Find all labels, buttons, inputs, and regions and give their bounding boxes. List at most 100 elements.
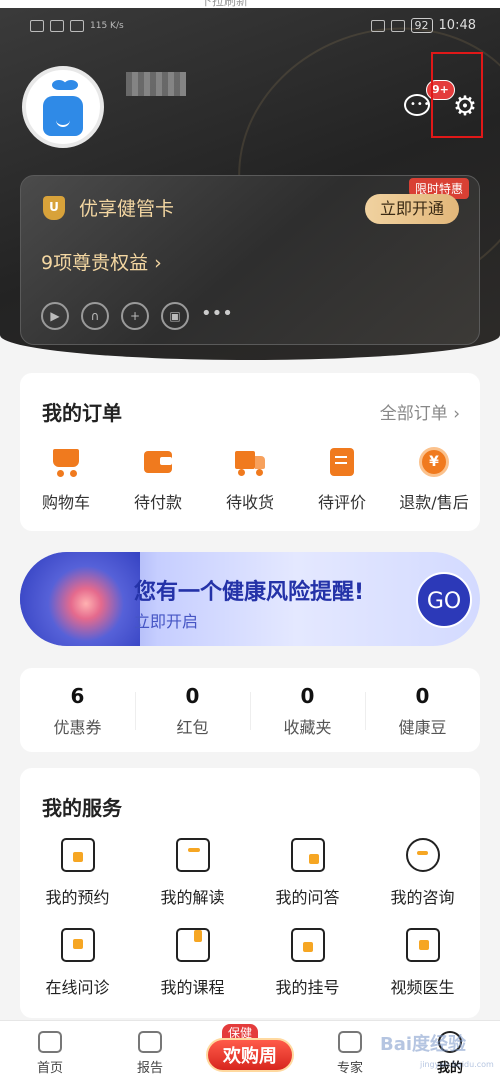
tab-home[interactable]: 首页: [0, 1021, 100, 1084]
tab-label: 首页: [36, 1061, 63, 1076]
go-button[interactable]: GO: [416, 572, 472, 628]
service-appointment[interactable]: 我的预约: [20, 838, 135, 928]
orders-title: 我的订单: [42, 401, 122, 425]
wallet-icon: [141, 445, 175, 479]
banner-subtitle[interactable]: 立即开启: [134, 608, 198, 632]
service-courses[interactable]: 我的课程: [135, 928, 250, 1018]
video-doctor-icon: [405, 928, 440, 962]
video-icon[interactable]: ▶: [41, 302, 69, 330]
wallet-stats-card: 6 优惠券 0 红包 0 收藏夹 0 健康豆: [20, 668, 480, 752]
course-book-icon: [175, 928, 210, 962]
tab-report[interactable]: 报告: [100, 1021, 200, 1084]
chat-bubble-icon: [405, 838, 440, 872]
baidu-watermark-url: jingyan.baidu.com: [420, 1060, 494, 1069]
order-pending-payment[interactable]: 待付款: [112, 445, 204, 513]
signal-icon: [50, 20, 64, 32]
promo-label: 欢购周: [206, 1038, 294, 1072]
service-consultation[interactable]: 我的咨询: [365, 838, 480, 928]
shopping-week-promo[interactable]: 保健 欢购周: [204, 1024, 296, 1074]
status-bar: 115 K/s 92 10:48: [30, 18, 476, 40]
avatar[interactable]: [22, 66, 104, 148]
stat-health-beans[interactable]: 0 健康豆: [365, 668, 480, 752]
knee-illustration-icon: [20, 552, 140, 646]
banner-title: 您有一个健康风险提醒!: [134, 580, 365, 605]
hd-icon: [30, 20, 44, 32]
service-online-consult[interactable]: 在线问诊: [20, 928, 135, 1018]
service-label: 在线问诊: [45, 978, 110, 997]
service-label: 我的咨询: [390, 888, 455, 907]
order-item-label: 购物车: [41, 493, 90, 512]
tab-label: 报告: [136, 1061, 163, 1076]
baidu-watermark: Bai度经验: [380, 1034, 467, 1055]
cart-icon: [49, 445, 83, 479]
calendar-clock-icon: [60, 838, 95, 872]
username-blurred[interactable]: [126, 72, 186, 96]
alarm-icon: [390, 19, 405, 32]
pull-refresh-text: 下拉刷新: [200, 0, 249, 8]
network-speed: 115 K/s: [90, 21, 124, 31]
stat-label: 红包: [176, 718, 209, 737]
my-services-card: 我的服务 我的预约 我的解读 我的问答 我的咨询 在线问诊 我的课程 我的挂号: [20, 768, 480, 1018]
dots-icon: •••: [410, 99, 431, 110]
gallery-icon[interactable]: ▣: [161, 302, 189, 330]
service-qa[interactable]: 我的问答: [250, 838, 365, 928]
consult-chat-icon: [60, 928, 95, 962]
calendar-plus-icon: [290, 928, 325, 962]
service-interpretation[interactable]: 我的解读: [135, 838, 250, 928]
stat-value: 0: [415, 684, 430, 708]
stat-value: 0: [185, 684, 200, 708]
vip-shield-icon: U: [43, 196, 65, 220]
headphone-icon[interactable]: ∩: [81, 302, 109, 330]
order-pending-delivery[interactable]: 待收货: [204, 445, 296, 513]
settings-highlight-box: [431, 52, 483, 138]
vip-benefit-icons: ▶ ∩ + ▣ •••: [41, 302, 233, 330]
stat-label: 健康豆: [398, 718, 447, 737]
open-now-button[interactable]: 立即开通: [365, 194, 459, 224]
service-label: 我的挂号: [275, 978, 340, 997]
battery-indicator: 92: [410, 18, 433, 33]
vip-benefits-link[interactable]: 9项尊贵权益 ›: [41, 248, 162, 275]
stat-label: 优惠券: [53, 718, 102, 737]
stat-favorites[interactable]: 0 收藏夹: [250, 668, 365, 752]
services-title: 我的服务: [42, 796, 122, 820]
stat-value: 0: [300, 684, 315, 708]
service-label: 我的解读: [160, 888, 225, 907]
truck-icon: [233, 445, 267, 479]
report-icon: [138, 1031, 162, 1053]
service-video-doctor[interactable]: 视频医生: [365, 928, 480, 1018]
nfc-icon: [370, 19, 385, 32]
avatar-figure: [43, 96, 83, 136]
expert-icon: [338, 1031, 362, 1053]
tab-label: 专家: [336, 1061, 363, 1076]
order-shopping-cart[interactable]: 购物车: [20, 445, 112, 513]
avatar-leaf: [64, 80, 78, 90]
stat-coupons[interactable]: 6 优惠券: [20, 668, 135, 752]
order-item-label: 待评价: [317, 493, 366, 512]
review-icon: [325, 445, 359, 479]
home-icon: [38, 1031, 62, 1053]
stat-label: 收藏夹: [283, 718, 332, 737]
order-item-label: 退款/售后: [399, 493, 469, 512]
my-orders-card: 我的订单 全部订单 › 购物车 待付款 待收货 待评价 ¥ 退款/售后: [20, 373, 480, 531]
service-label: 我的课程: [160, 978, 225, 997]
stat-red-packets[interactable]: 0 红包: [135, 668, 250, 752]
wifi-icon: [70, 20, 84, 32]
order-refund-aftersale[interactable]: ¥ 退款/售后: [388, 445, 480, 513]
stat-value: 6: [70, 684, 85, 708]
order-item-label: 待收货: [225, 493, 274, 512]
qa-document-icon: [290, 838, 325, 872]
order-pending-review[interactable]: 待评价: [296, 445, 388, 513]
service-registration[interactable]: 我的挂号: [250, 928, 365, 1018]
health-risk-banner[interactable]: 您有一个健康风险提醒! 立即开启 GO: [20, 552, 480, 646]
vip-card-title: 优享健管卡: [79, 198, 175, 220]
pull-refresh-strip: [0, 0, 500, 8]
service-label: 视频医生: [390, 978, 455, 997]
service-label: 我的问答: [275, 888, 340, 907]
medical-kit-icon[interactable]: +: [121, 302, 149, 330]
more-benefits-icon[interactable]: •••: [201, 302, 233, 330]
notebook-pen-icon: [175, 838, 210, 872]
all-orders-link[interactable]: 全部订单 ›: [380, 399, 460, 424]
vip-health-card[interactable]: U 优享健管卡 限时特惠 立即开通 9项尊贵权益 › ▶ ∩ + ▣ •••: [20, 175, 480, 345]
refund-icon: ¥: [417, 445, 451, 479]
status-time: 10:48: [438, 18, 476, 33]
